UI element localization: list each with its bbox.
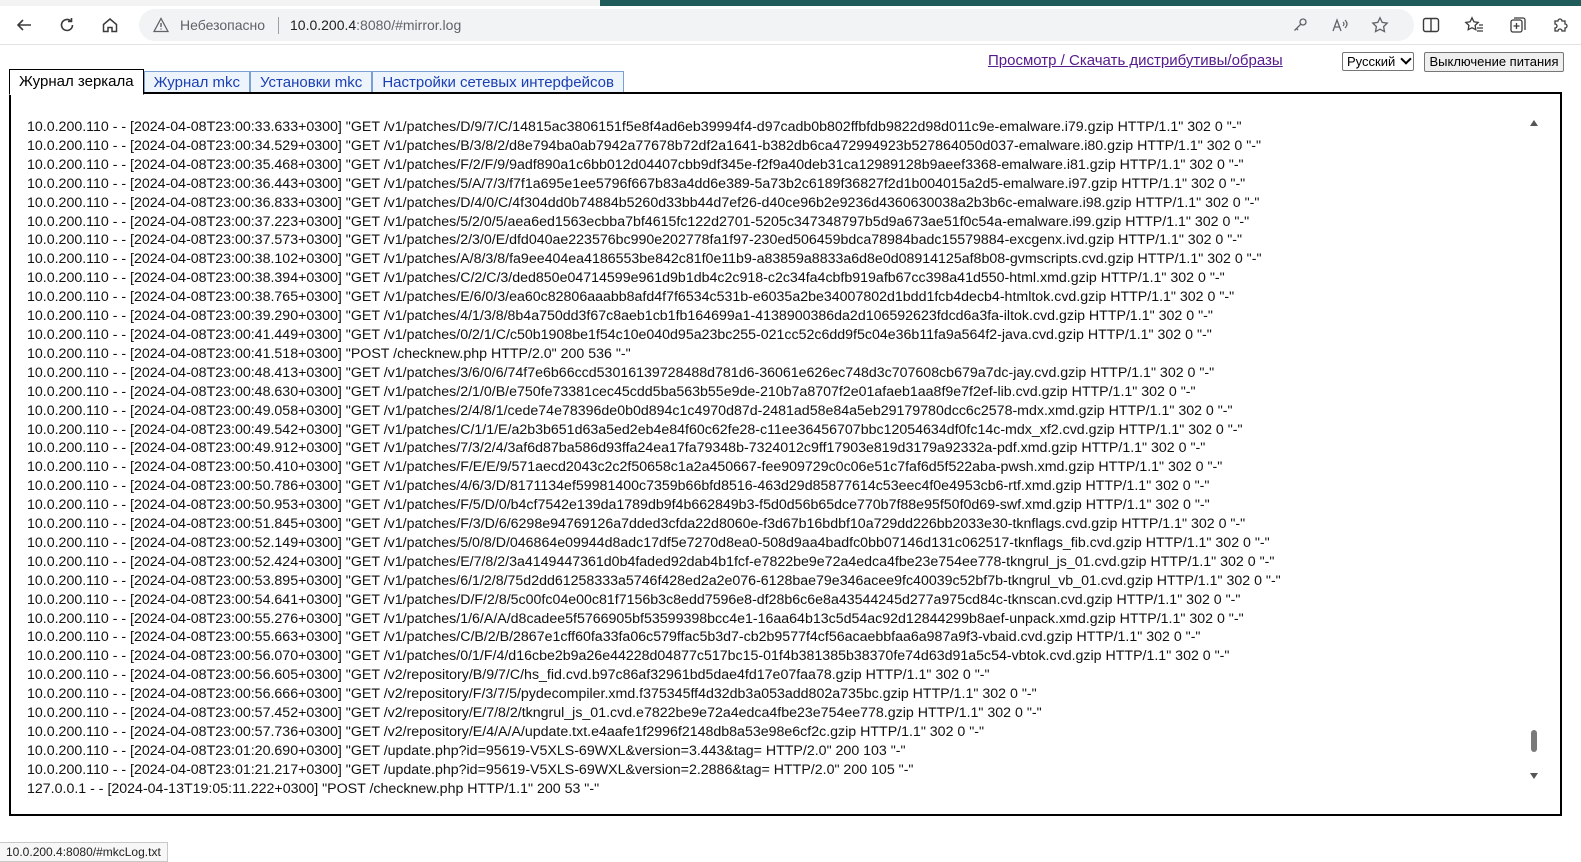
- log-line: 10.0.200.110 - - [2024-04-08T23:00:51.84…: [27, 516, 1246, 533]
- scrollbar-thumb[interactable]: [1531, 730, 1537, 752]
- log-line: 127.0.0.1 - - [2024-04-13T19:05:11.222+0…: [27, 780, 600, 797]
- arrow-left-icon: [16, 19, 31, 31]
- tab-mirror-log[interactable]: Журнал зеркала: [9, 69, 144, 95]
- log-line: 10.0.200.110 - - [2024-04-08T23:00:56.66…: [27, 686, 1037, 703]
- tab-bar: Журнал зеркала Журнал mkc Установки mkc …: [9, 69, 624, 95]
- log-line: 10.0.200.110 - - [2024-04-08T23:00:57.73…: [27, 724, 985, 740]
- back-button[interactable]: [8, 9, 40, 41]
- address-bar[interactable]: Небезопасно 10.0.200.4:8080/#mirror.log: [139, 9, 1414, 41]
- favorites-button[interactable]: [1458, 9, 1490, 41]
- log-line: 10.0.200.110 - - [2024-04-08T23:00:56.07…: [27, 648, 1230, 665]
- log-line: 10.0.200.110 - - [2024-04-08T23:00:54.64…: [27, 591, 1241, 608]
- log-line: 10.0.200.110 - - [2024-04-08T23:00:55.27…: [27, 610, 1244, 627]
- collections-icon: [1510, 17, 1526, 33]
- log-line: 10.0.200.110 - - [2024-04-08T23:00:41.51…: [27, 345, 631, 362]
- collections-button[interactable]: [1502, 9, 1534, 41]
- log-line: 10.0.200.110 - - [2024-04-08T23:00:48.63…: [27, 383, 1196, 400]
- log-line: 10.0.200.110 - - [2024-04-08T23:00:36.44…: [27, 175, 1246, 192]
- log-line: 10.0.200.110 - - [2024-04-08T23:00:50.41…: [27, 459, 1223, 476]
- status-bar-url: 10.0.200.4:8080/#mkcLog.txt: [0, 842, 168, 862]
- log-line: 10.0.200.110 - - [2024-04-08T23:00:39.29…: [27, 308, 1213, 325]
- log-line: 10.0.200.110 - - [2024-04-08T23:00:38.76…: [27, 289, 1235, 306]
- favorites-list-icon: [1464, 16, 1483, 32]
- download-images-link[interactable]: Просмотр / Скачать дистрибутивы/образы: [988, 52, 1283, 69]
- log-line: 10.0.200.110 - - [2024-04-08T23:00:50.95…: [27, 497, 1210, 514]
- log-line: 10.0.200.110 - - [2024-04-08T23:00:38.10…: [27, 251, 1262, 268]
- log-line: 10.0.200.110 - - [2024-04-08T23:00:57.45…: [27, 705, 1042, 722]
- tab-mkc-settings[interactable]: Установки mkc: [250, 71, 373, 93]
- log-line: 10.0.200.110 - - [2024-04-08T23:00:49.91…: [27, 440, 1206, 457]
- read-aloud-icon[interactable]: [1329, 14, 1351, 36]
- log-line: 10.0.200.110 - - [2024-04-08T23:00:53.89…: [27, 572, 1281, 589]
- url-host: 10.0.200.4: [290, 17, 357, 33]
- chevron-down-icon: [1400, 53, 1412, 65]
- tab-network-settings[interactable]: Настройки сетевых интерфейсов: [372, 71, 624, 93]
- split-screen-icon: [1422, 17, 1440, 33]
- log-line: 10.0.200.110 - - [2024-04-08T23:00:56.60…: [27, 667, 990, 684]
- page-content: Просмотр / Скачать дистрибутивы/образы Р…: [0, 45, 1581, 862]
- log-line: 10.0.200.110 - - [2024-04-08T23:01:21.21…: [27, 761, 914, 778]
- tab-mkc-log[interactable]: Журнал mkc: [143, 71, 251, 93]
- log-line: 10.0.200.110 - - [2024-04-08T23:00:52.14…: [27, 534, 1270, 551]
- scroll-up-arrow-icon[interactable]: [1529, 118, 1539, 128]
- power-off-button[interactable]: Выключение питания: [1424, 52, 1564, 72]
- reload-button[interactable]: [51, 9, 83, 41]
- log-line: 10.0.200.110 - - [2024-04-08T23:00:49.54…: [27, 421, 1243, 438]
- home-button[interactable]: [94, 9, 126, 41]
- security-label[interactable]: Небезопасно: [180, 17, 265, 33]
- language-select[interactable]: Русский: [1342, 52, 1414, 71]
- scroll-down-arrow-icon[interactable]: [1529, 771, 1539, 781]
- log-line: 10.0.200.110 - - [2024-04-08T23:00:37.57…: [27, 232, 1243, 249]
- puzzle-icon: [1554, 18, 1568, 32]
- key-icon[interactable]: [1289, 14, 1311, 36]
- address-separator: [278, 17, 279, 34]
- url-text[interactable]: 10.0.200.4:8080/#mirror.log: [290, 17, 461, 33]
- log-line: 10.0.200.110 - - [2024-04-08T23:00:41.44…: [27, 326, 1212, 343]
- reload-icon: [60, 18, 74, 32]
- favorite-star-icon[interactable]: [1369, 14, 1391, 36]
- log-line: 10.0.200.110 - - [2024-04-08T23:00:50.78…: [27, 478, 1210, 495]
- split-screen-button[interactable]: [1415, 9, 1447, 41]
- extensions-button[interactable]: [1545, 9, 1577, 41]
- log-line: 10.0.200.110 - - [2024-04-08T23:00:38.39…: [27, 270, 1225, 287]
- url-path: :8080/#mirror.log: [356, 17, 462, 33]
- warning-icon: [153, 17, 169, 33]
- log-panel[interactable]: 10.0.200.110 - - [2024-04-08T23:00:33.63…: [9, 92, 1562, 816]
- log-line: 10.0.200.110 - - [2024-04-08T23:00:55.66…: [27, 629, 1201, 646]
- language-selected-value: Русский: [1347, 54, 1396, 69]
- log-line: 10.0.200.110 - - [2024-04-08T23:00:33.63…: [27, 119, 1242, 135]
- log-lines: 10.0.200.110 - - [2024-04-08T23:00:33.63…: [27, 118, 1281, 799]
- log-line: 10.0.200.110 - - [2024-04-08T23:00:49.05…: [27, 402, 1233, 419]
- log-line: 10.0.200.110 - - [2024-04-08T23:00:52.42…: [27, 553, 1275, 570]
- home-icon: [102, 18, 118, 33]
- log-line: 10.0.200.110 - - [2024-04-08T23:00:34.52…: [27, 137, 1261, 154]
- browser-toolbar: Небезопасно 10.0.200.4:8080/#mirror.log: [0, 6, 1581, 45]
- log-line: 10.0.200.110 - - [2024-04-08T23:00:35.46…: [27, 156, 1244, 173]
- log-line: 10.0.200.110 - - [2024-04-08T23:00:48.41…: [27, 364, 1215, 381]
- log-line: 10.0.200.110 - - [2024-04-08T23:01:20.69…: [27, 742, 906, 759]
- log-line: 10.0.200.110 - - [2024-04-08T23:00:37.22…: [27, 213, 1250, 230]
- log-line: 10.0.200.110 - - [2024-04-08T23:00:36.83…: [27, 194, 1260, 211]
